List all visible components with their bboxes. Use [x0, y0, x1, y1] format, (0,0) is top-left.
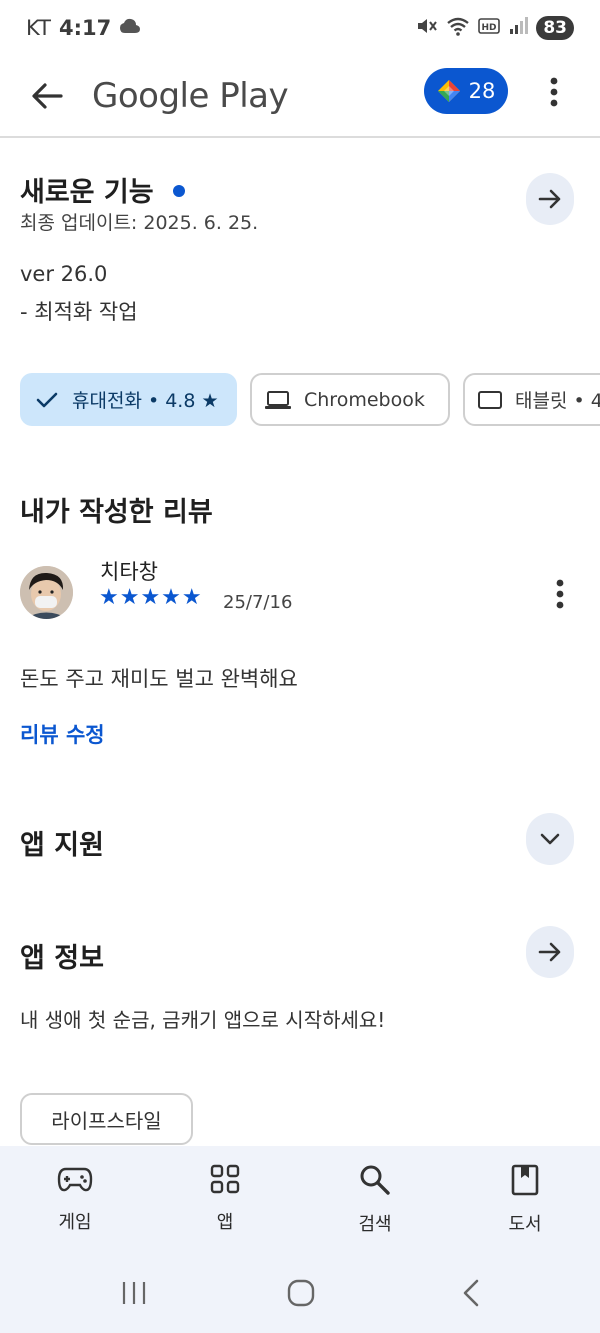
arrow-forward-icon: [538, 942, 561, 962]
review-stars: ★★★★★: [99, 585, 203, 610]
chip-chromebook[interactable]: Chromebook: [250, 373, 450, 426]
avatar[interactable]: [20, 566, 73, 619]
points-count: 28: [468, 79, 496, 103]
back-button[interactable]: [20, 69, 74, 123]
nav-apps-label: 앱: [216, 1212, 234, 1233]
wifi-icon: [446, 16, 470, 41]
play-points-icon: [437, 80, 460, 102]
recents-icon: [122, 1282, 146, 1304]
home-button[interactable]: [284, 1276, 318, 1310]
avatar-image: [20, 566, 73, 619]
home-icon: [287, 1279, 315, 1307]
app-info-title: 앱 정보: [20, 943, 104, 974]
app-bar: Google Play 28: [0, 56, 600, 138]
system-navigation-bar: [0, 1256, 600, 1333]
nav-books-label: 도서: [508, 1214, 542, 1235]
nav-games-label: 게임: [58, 1212, 92, 1233]
book-icon: [511, 1164, 539, 1196]
nav-search-label: 검색: [358, 1214, 392, 1235]
chip-tablet[interactable]: 태블릿 • 4: [463, 373, 600, 426]
bottom-navigation: 게임 앱 검색 도서: [0, 1146, 600, 1256]
whats-new-header: 새로운 기능: [20, 170, 185, 209]
chevron-down-icon: [540, 833, 560, 845]
app-info-open-button[interactable]: [526, 926, 574, 978]
check-icon: [36, 392, 58, 407]
clock: 4:17: [58, 16, 112, 40]
category-tag[interactable]: 라이프스타일: [20, 1093, 193, 1145]
chevron-left-icon: [463, 1279, 479, 1307]
laptop-icon: [265, 390, 291, 409]
battery-indicator: 83: [536, 16, 574, 40]
nav-books[interactable]: 도서: [450, 1146, 600, 1256]
app-support-expand-button[interactable]: [526, 813, 574, 865]
whats-new-open-button[interactable]: [526, 173, 574, 225]
more-options-button[interactable]: [534, 70, 574, 114]
svg-text:HD: HD: [482, 23, 497, 33]
review-date: 25/7/16: [223, 592, 293, 613]
chip-chromebook-label: Chromebook: [304, 388, 425, 411]
review-more-button[interactable]: [546, 574, 574, 614]
recents-button[interactable]: [116, 1278, 152, 1308]
release-notes: - 최적화 작업: [20, 300, 138, 324]
review-text: 돈도 주고 재미도 벌고 완벽해요: [20, 667, 298, 691]
last-updated: 최종 업데이트: 2025. 6. 25.: [20, 212, 259, 234]
search-icon: [360, 1165, 390, 1195]
app-title: Google Play: [92, 76, 289, 116]
chip-tablet-label: 태블릿 • 4: [515, 390, 600, 412]
play-points-button[interactable]: 28: [424, 68, 508, 114]
chip-phone-label: 휴대전화 • 4.8 ★: [72, 390, 219, 412]
back-system-button[interactable]: [454, 1276, 488, 1310]
cloud-icon: [119, 16, 141, 40]
nav-games[interactable]: 게임: [0, 1146, 150, 1256]
signal-icon: [508, 16, 529, 40]
edit-review-link[interactable]: 리뷰 수정: [20, 719, 105, 749]
mute-icon: [416, 16, 438, 41]
nav-search[interactable]: 검색: [300, 1146, 450, 1256]
my-review-title: 내가 작성한 리뷰: [20, 497, 213, 528]
nav-apps[interactable]: 앱: [150, 1146, 300, 1256]
whats-new-title: 새로운 기능: [20, 177, 154, 208]
arrow-back-icon: [32, 83, 63, 109]
new-dot-indicator: [172, 185, 185, 197]
review-author: 치타창: [100, 560, 158, 584]
app-support-title: 앱 지원: [20, 830, 104, 861]
arrow-forward-icon: [538, 189, 561, 209]
carrier-label: KT: [26, 16, 51, 40]
apps-grid-icon: [210, 1164, 240, 1194]
chip-phone[interactable]: 휴대전화 • 4.8 ★: [20, 373, 237, 426]
app-description: 내 생애 첫 순금, 금캐기 앱으로 시작하세요!: [20, 1008, 386, 1032]
status-bar: KT 4:17 HD 83: [0, 0, 600, 56]
more-vert-icon: [550, 77, 558, 107]
hd-icon: HD: [478, 16, 501, 40]
tablet-icon: [478, 390, 502, 409]
category-tag-label: 라이프스타일: [51, 1108, 162, 1133]
gamepad-icon: [57, 1167, 93, 1192]
more-vert-icon: [556, 579, 564, 609]
version-text: ver 26.0: [20, 262, 108, 286]
